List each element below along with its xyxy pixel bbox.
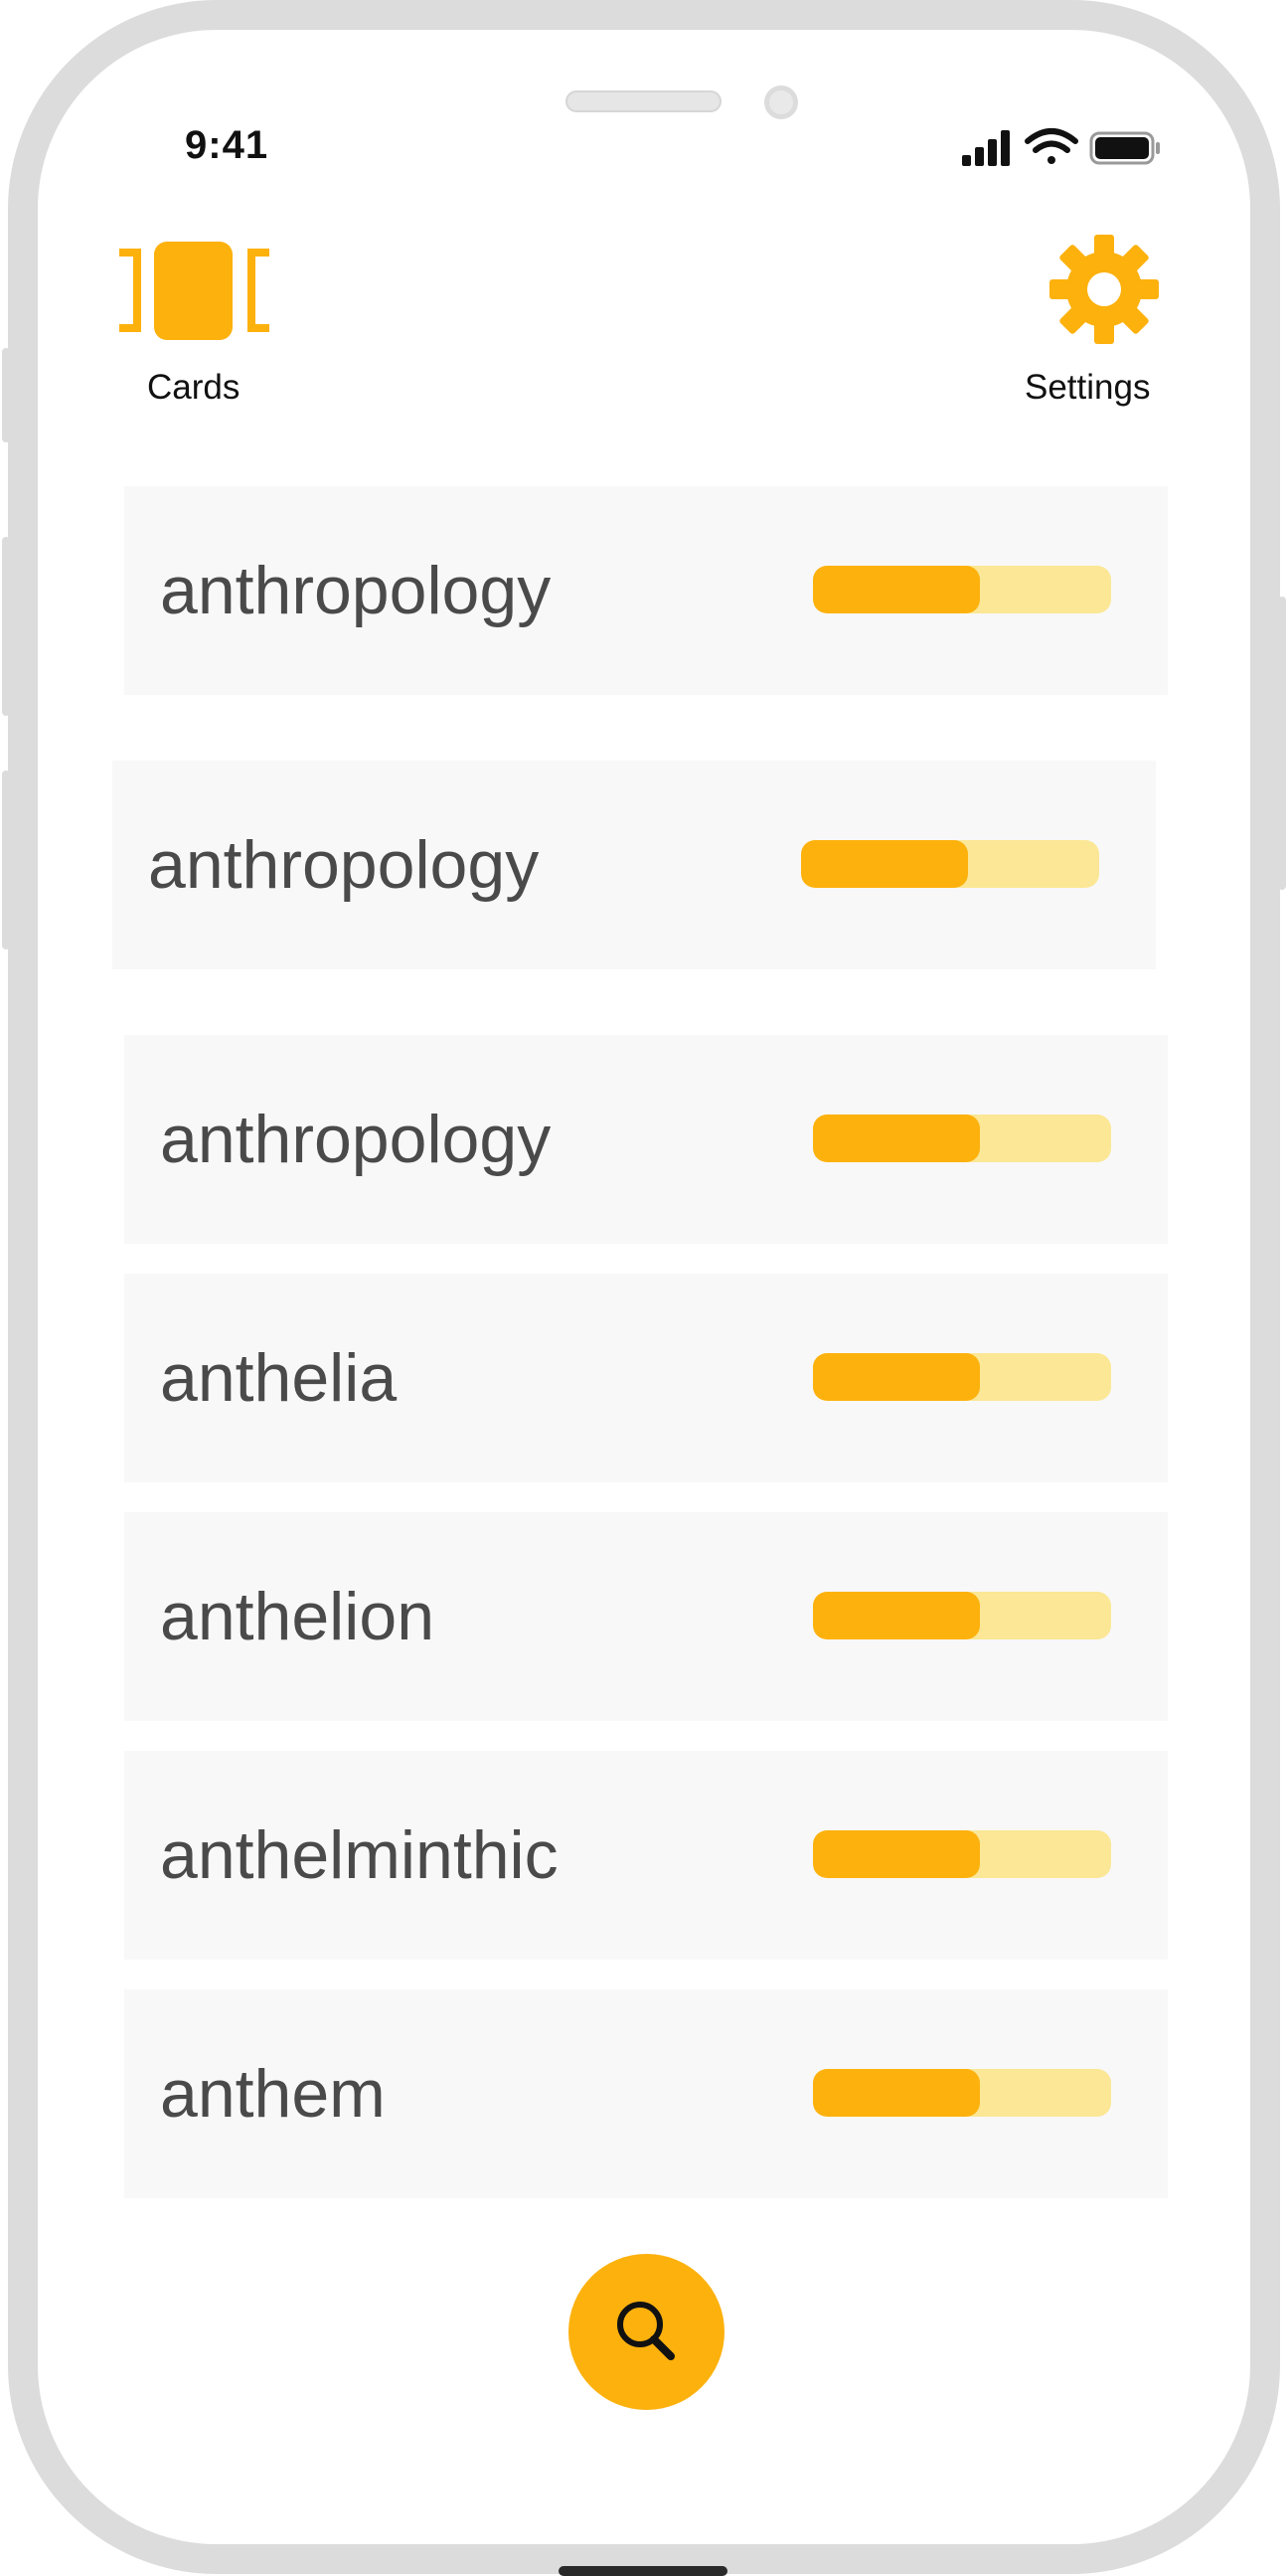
word-list: anthropology anthropology anthropology a… — [0, 0, 1288, 2287]
progress-bar — [813, 2069, 1111, 2117]
word-text: anthropology — [148, 827, 540, 903]
word-row[interactable]: anthem — [124, 1989, 1168, 2198]
progress-bar-fill — [813, 1115, 980, 1162]
word-text: anthropology — [160, 553, 552, 628]
word-row[interactable]: anthropology — [124, 1035, 1168, 1244]
word-row[interactable]: anthropology — [112, 761, 1156, 969]
word-text: anthem — [160, 2056, 386, 2132]
word-row[interactable]: anthelion — [124, 1512, 1168, 1721]
progress-bar-fill — [813, 1353, 980, 1401]
progress-bar — [813, 1592, 1111, 1639]
progress-bar — [801, 840, 1099, 888]
word-text: anthelia — [160, 1340, 398, 1416]
progress-bar-fill — [813, 1830, 980, 1878]
progress-bar — [813, 1115, 1111, 1162]
progress-bar — [813, 1830, 1111, 1878]
word-text: anthelminthic — [160, 1817, 559, 1893]
progress-bar — [813, 566, 1111, 613]
search-button[interactable] — [568, 2254, 724, 2410]
progress-bar-fill — [813, 2069, 980, 2117]
word-row[interactable]: anthropology — [124, 486, 1168, 695]
word-text: anthelion — [160, 1579, 435, 1654]
word-row[interactable]: anthelia — [124, 1274, 1168, 1482]
home-indicator — [559, 2566, 727, 2576]
word-row[interactable]: anthelminthic — [124, 1751, 1168, 1960]
progress-bar — [813, 1353, 1111, 1401]
progress-bar-fill — [813, 566, 980, 613]
progress-bar-fill — [801, 840, 968, 888]
search-icon — [617, 2302, 675, 2360]
progress-bar-fill — [813, 1592, 980, 1639]
word-text: anthropology — [160, 1102, 552, 1177]
